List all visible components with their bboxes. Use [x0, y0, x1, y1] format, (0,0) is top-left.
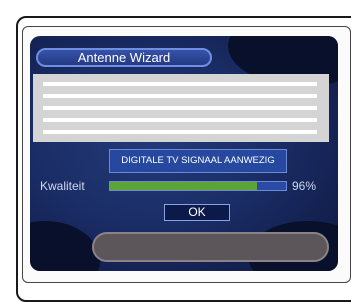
- screen-corner-shape: [30, 221, 100, 271]
- quality-progress-remainder: [257, 182, 286, 190]
- text-placeholder-line: [43, 118, 317, 122]
- text-placeholder-line: [43, 130, 317, 134]
- bottom-bar: [92, 232, 329, 262]
- quality-percent: 96%: [292, 179, 317, 193]
- signal-status: DIGITALE TV SIGNAAL AANWEZIG: [109, 149, 287, 173]
- text-placeholder-line: [43, 106, 317, 110]
- info-panel: [33, 74, 329, 142]
- text-placeholder-line: [43, 94, 317, 98]
- quality-progress-bar: [109, 181, 287, 191]
- quality-progress-fill: [110, 182, 257, 190]
- ok-button[interactable]: OK: [164, 204, 230, 221]
- wizard-title: Antenne Wizard: [36, 48, 212, 67]
- text-placeholder-line: [43, 82, 317, 86]
- quality-label: Kwaliteit: [40, 179, 85, 193]
